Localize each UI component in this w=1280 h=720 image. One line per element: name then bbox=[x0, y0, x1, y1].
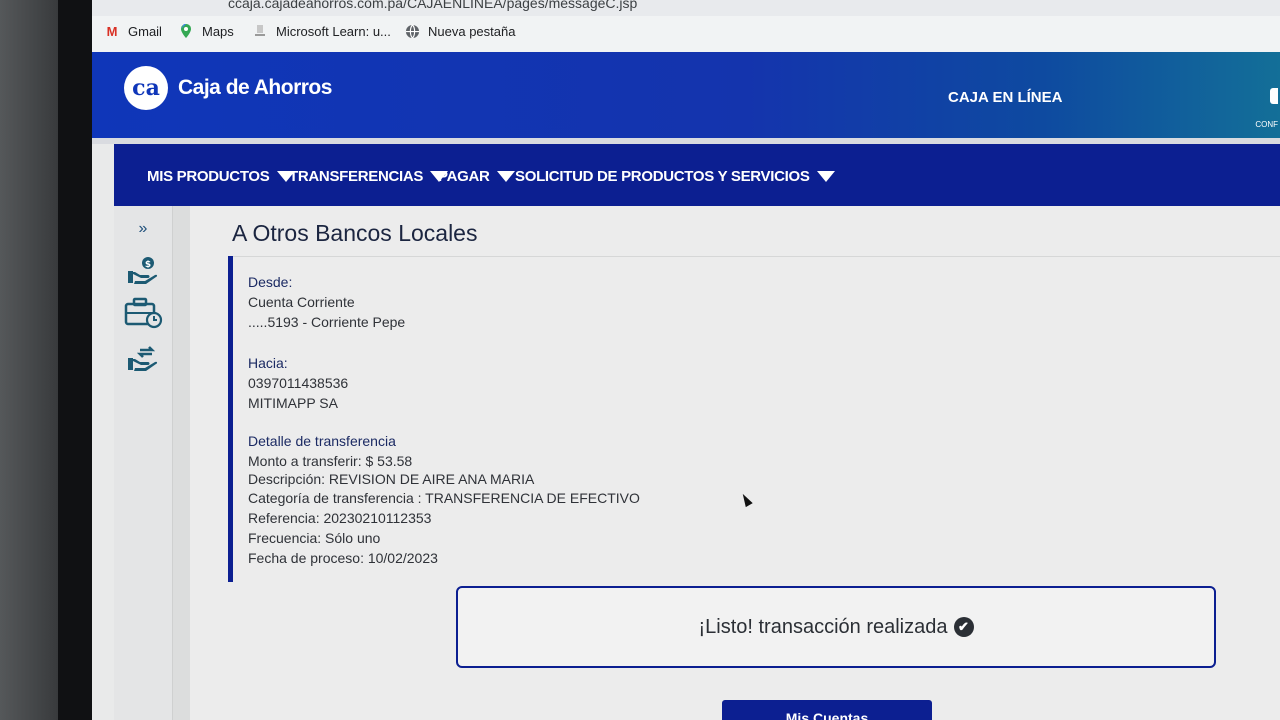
mis-cuentas-button[interactable]: Mis Cuentas bbox=[722, 700, 932, 720]
bookmark-gmail[interactable]: M Gmail bbox=[104, 23, 162, 39]
frequency: Frecuencia: Sólo uno bbox=[248, 530, 381, 546]
nav-label: SOLICITUD DE PRODUCTOS Y SERVICIOS bbox=[515, 168, 810, 185]
logo-text[interactable]: Caja de Ahorros bbox=[178, 76, 332, 100]
from-label: Desde: bbox=[248, 274, 293, 290]
config-label[interactable]: CONF bbox=[1255, 120, 1278, 129]
success-banner: ¡Listo! transacción realizada ✔ bbox=[456, 586, 1216, 668]
amount: Monto a transferir: $ 53.58 bbox=[248, 453, 413, 469]
detail-label: Detalle de transferencia bbox=[248, 433, 396, 449]
bookmark-label: Microsoft Learn: u... bbox=[276, 23, 391, 39]
bookmark-maps[interactable]: Maps bbox=[178, 23, 234, 39]
transfer-summary: Desde: Cuenta Corriente .....5193 - Corr… bbox=[228, 256, 1280, 582]
success-message: ¡Listo! transacción realizada bbox=[698, 615, 948, 638]
sidebar-divider bbox=[172, 206, 191, 720]
hand-money-icon[interactable]: $ bbox=[114, 256, 172, 286]
expand-sidebar-icon[interactable]: » bbox=[114, 220, 172, 238]
nav-transferencias[interactable]: TRANSFERENCIAS bbox=[289, 168, 449, 185]
to-name: MITIMAPP SA bbox=[248, 395, 338, 411]
description: Descripción: REVISION DE AIRE ANA MARIA bbox=[248, 471, 535, 487]
bookmarks-bar: M Gmail Maps Microsoft Learn: u... Nueva… bbox=[92, 16, 1280, 53]
to-label: Hacia: bbox=[248, 355, 288, 371]
summary-accent-bar bbox=[228, 256, 233, 582]
online-banking-label: CAJA EN LÍNEA bbox=[948, 89, 1063, 106]
category: Categoría de transferencia : TRANSFERENC… bbox=[248, 490, 640, 506]
caret-down-icon bbox=[816, 171, 835, 182]
hand-transfer-icon[interactable] bbox=[114, 344, 172, 372]
nav-mis-productos[interactable]: MIS PRODUCTOS bbox=[147, 168, 295, 185]
address-bar[interactable]: ccaja.cajadeahorros.com.pa/CAJAENLINEA/p… bbox=[92, 0, 1280, 16]
bookmark-label: Nueva pestaña bbox=[428, 23, 516, 39]
gmail-icon: M bbox=[106, 23, 118, 39]
summary-lines: Desde: Cuenta Corriente .....5193 - Corr… bbox=[248, 272, 640, 568]
to-account: 0397011438536 bbox=[248, 375, 349, 391]
gear-icon[interactable] bbox=[1270, 88, 1278, 104]
from-account: .....5193 - Corriente Pepe bbox=[248, 314, 406, 330]
check-circle-icon: ✔ bbox=[953, 617, 974, 637]
left-sidebar: » $ bbox=[114, 206, 172, 720]
bookmark-label: Maps bbox=[202, 23, 234, 39]
maps-icon bbox=[178, 23, 194, 39]
nav-pagar[interactable]: PAGAR bbox=[438, 168, 515, 185]
bank-header: ca Caja de Ahorros CAJA EN LÍNEA CONF bbox=[92, 52, 1280, 138]
url-text[interactable]: ccaja.cajadeahorros.com.pa/CAJAENLINEA/p… bbox=[228, 0, 637, 11]
bookmark-microsoft-learn[interactable]: Microsoft Learn: u... bbox=[252, 23, 391, 39]
main-content: A Otros Bancos Locales Desde: Cuenta Cor… bbox=[190, 206, 1280, 720]
logo-mark[interactable]: ca bbox=[124, 66, 168, 110]
caret-down-icon bbox=[496, 171, 515, 182]
nav-label: PAGAR bbox=[438, 168, 490, 185]
page-title: A Otros Bancos Locales bbox=[232, 220, 478, 246]
nav-label: MIS PRODUCTOS bbox=[147, 168, 270, 185]
main-nav: MIS PRODUCTOS TRANSFERENCIAS PAGAR SOLIC… bbox=[114, 144, 1280, 206]
bookmark-new-tab[interactable]: Nueva pestaña bbox=[404, 23, 515, 39]
briefcase-clock-icon[interactable] bbox=[114, 296, 172, 330]
microsoft-learn-icon bbox=[252, 23, 268, 39]
browser-window: ccaja.cajadeahorros.com.pa/CAJAENLINEA/p… bbox=[92, 0, 1280, 720]
bookmark-label: Gmail bbox=[128, 23, 162, 39]
from-account-type: Cuenta Corriente bbox=[248, 294, 355, 310]
nav-label: TRANSFERENCIAS bbox=[289, 168, 424, 185]
globe-icon bbox=[404, 23, 420, 39]
svg-text:$: $ bbox=[145, 260, 151, 270]
nav-solicitud[interactable]: SOLICITUD DE PRODUCTOS Y SERVICIOS bbox=[515, 168, 835, 185]
reference: Referencia: 20230210112353 bbox=[248, 510, 432, 526]
process-date: Fecha de proceso: 10/02/2023 bbox=[248, 550, 438, 566]
